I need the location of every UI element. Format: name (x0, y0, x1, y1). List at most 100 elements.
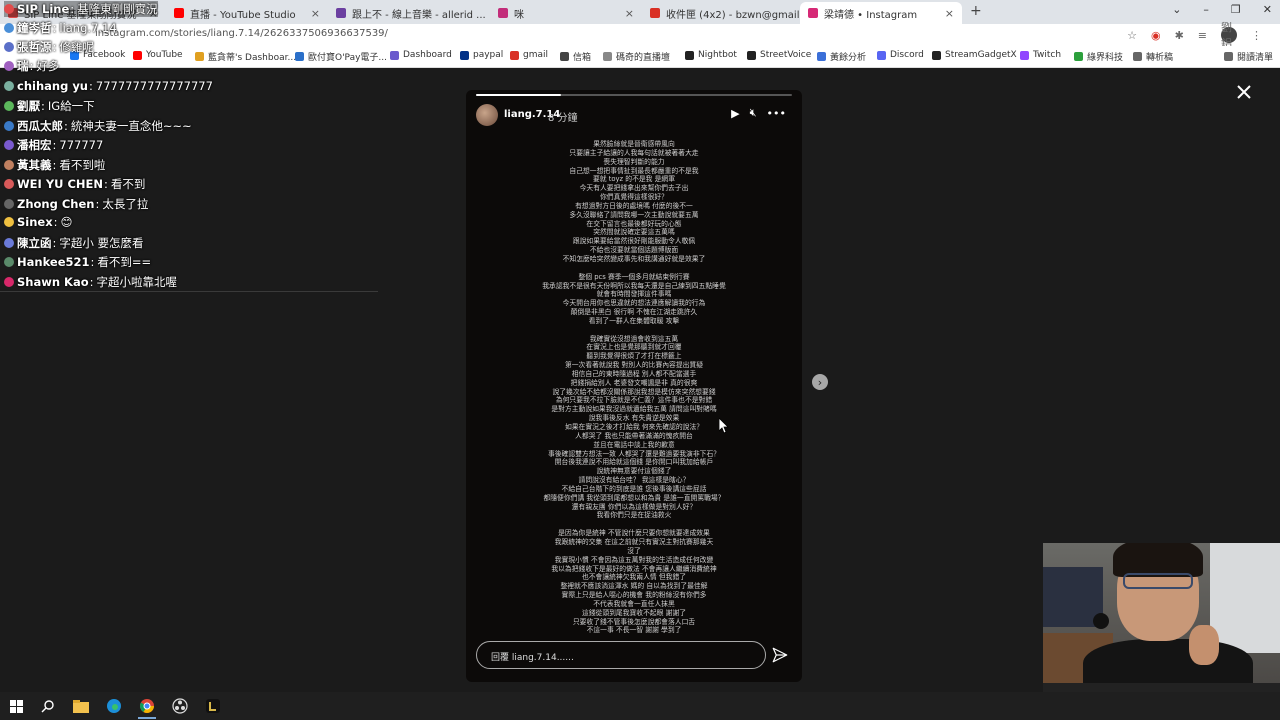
chat-text: 統神夫妻一直念他~~~ (70, 119, 192, 133)
chat-author: 潘相宏 (17, 138, 52, 152)
chat-author: 西瓜太郎 (17, 119, 63, 133)
bookmark[interactable]: 轉析稿 (1133, 50, 1173, 63)
tab-close-icon[interactable]: × (307, 7, 320, 20)
tab[interactable]: 咪 × (490, 2, 642, 24)
chat-separator: : (64, 119, 68, 133)
tab[interactable]: 直播 - YouTube Studio × (166, 2, 328, 24)
bookmark[interactable]: Dashboard (390, 50, 452, 60)
avatar (4, 42, 14, 52)
puzzle-icon[interactable]: ✱ (1175, 29, 1184, 42)
bookmark[interactable]: Discord (877, 50, 924, 60)
bookmark[interactable]: Nightbot (685, 50, 737, 60)
tab-active[interactable]: 梁靖德 • Instagram × (800, 2, 962, 24)
bookmark-label: 信箱 (573, 53, 592, 63)
next-story-button[interactable]: › (812, 374, 828, 390)
story-text-line: 不給也沒要就當個話題博版面 (589, 246, 679, 255)
chat-author: 陳立函 (17, 236, 52, 250)
close-icon[interactable] (1236, 84, 1252, 100)
chat-text: 看不到 (110, 177, 146, 191)
story-text-line: 說統神無意要付這個錢了 (596, 467, 672, 476)
search-icon[interactable] (40, 698, 56, 714)
play-icon[interactable]: ▶ (731, 107, 739, 120)
chat-text: 太長了拉 (102, 197, 149, 211)
story-text-line: 實際上只是給人噁心的機會 我的粉絲沒有你們多 (561, 591, 707, 600)
mute-icon[interactable]: 🔇︎ (750, 106, 757, 120)
reading-list[interactable]: 閱讀清單 (1224, 50, 1273, 63)
tab-search-icon[interactable]: ⌄ (1172, 3, 1181, 16)
chat-text: 看不到啦 (59, 158, 106, 172)
chat-message: 劉厭: IG給一下 (4, 98, 95, 114)
story-text-line: 我看你們只是在捉油救火 (596, 511, 672, 520)
avatar (4, 23, 14, 33)
edge-icon[interactable] (106, 698, 122, 714)
story-text-line: 就會有時間發揮這件事嗎 (596, 290, 672, 299)
avatar (4, 160, 14, 170)
story-text-line: 開台後我連說不用給就這個錢 是你開口叫我加給帳戶 (554, 458, 714, 467)
story-text-line: 要就 toyz 的不是我 是網軍 (592, 175, 676, 184)
story-text-line: 有想過對方日後的處境嗎 付麼的後不一 (575, 201, 693, 210)
extension-icon[interactable]: ◉ (1151, 29, 1161, 42)
chat-separator: : (89, 275, 94, 289)
profile-avatar[interactable]: 劉鋁 (1221, 21, 1237, 50)
story-text-line: 第一次看著就說我 對別人的比賽內容提出質疑 (564, 361, 704, 370)
avatar (4, 257, 14, 267)
story-text-line: 整裡就不應該淌這渾水 媽的 自以為找到了最佳解 (560, 582, 708, 591)
chat-text: liang.7.14 (59, 21, 117, 35)
bookmark[interactable]: Twitch (1020, 50, 1061, 60)
story-text-line: 沒了 (627, 546, 641, 555)
chat-text: 777777 (59, 138, 104, 152)
twitch-icon (1020, 50, 1029, 60)
tab-close-icon[interactable]: × (941, 7, 954, 20)
more-options-icon[interactable]: ••• (767, 107, 786, 120)
bookmark[interactable]: paypal (460, 50, 503, 60)
story-text-line: 果然臉絲就是晉衛感帶風向 (593, 140, 675, 148)
restore-button[interactable]: ❐ (1231, 3, 1241, 16)
menu-icon[interactable]: ≡ (1198, 29, 1207, 42)
chat-separator: : (70, 2, 75, 16)
minimize-button[interactable]: – (1203, 3, 1209, 16)
story-text-line: 是因為你是統神 不管說什麼只要你想就要達成效果 (558, 529, 710, 538)
avatar[interactable] (476, 104, 498, 126)
bookmark[interactable]: 信箱 (560, 50, 591, 63)
story-text-line: 突然間就說確定要這五萬嗎 (593, 228, 675, 237)
send-icon[interactable] (771, 646, 789, 664)
bookmark[interactable]: 藍貪蒂's Dashboar... (195, 50, 296, 63)
tab-close-icon[interactable]: × (621, 7, 634, 20)
new-tab-button[interactable]: + (970, 3, 982, 19)
tab[interactable]: 收件匣 (4x2) - bzwn@gmail... × (642, 2, 800, 24)
bookmark[interactable]: 綠界科技 (1074, 50, 1123, 63)
bookmark[interactable]: 碼奇的直播壇 (603, 50, 670, 63)
bookmark[interactable]: gmail (510, 50, 548, 60)
tab[interactable]: 跟上不 - 線上音樂 - allerid ... × (328, 2, 490, 24)
story-text-line: 如果在實況之後才打給我 何來先確認的說法？ (564, 423, 704, 431)
bookmark-label: 碼奇的直播壇 (616, 53, 671, 63)
avatar (4, 61, 14, 71)
file-explorer-icon[interactable] (73, 698, 89, 714)
chat-separator: : (53, 215, 58, 229)
bookmark-icon (603, 52, 612, 61)
story-text-line: 說我事後反水 有失貴逆是效果 (588, 414, 680, 423)
story-text-line: 我跟統神的交集 在這之前就只有實況主對抗賽那幾天 (554, 537, 714, 546)
microphone (1093, 613, 1109, 629)
tab-title: 梁靖德 • Instagram (824, 9, 918, 21)
chrome-icon[interactable] (139, 698, 155, 714)
bookmark[interactable]: 黃餘分析 (817, 50, 866, 63)
streamlabs-icon[interactable] (205, 698, 221, 714)
story-text-line: 也不會讓統神欠我兩人情 但我錯了 (581, 573, 687, 582)
bookmark-icon (747, 50, 756, 60)
reply-input[interactable]: 回覆 liang.7.14...... (476, 641, 766, 669)
chat-separator: : (89, 79, 93, 93)
bookmark[interactable]: YouTube (133, 50, 183, 60)
story-text-line: 在交下留言也最後都好玩的心態 (586, 219, 682, 228)
windows-start-icon[interactable] (8, 698, 24, 714)
more-menu-icon[interactable]: ⋮ (1251, 29, 1262, 42)
bookmark[interactable]: StreetVoice (747, 50, 811, 60)
star-icon[interactable]: ☆ (1127, 29, 1137, 42)
obs-icon[interactable] (172, 698, 188, 714)
close-window-button[interactable]: ✕ (1263, 3, 1272, 16)
bookmark[interactable]: StreamGadgetX (932, 50, 1017, 60)
story-text-line: 還有親友團 你們以為這樣做是對別人好？ (571, 502, 697, 511)
url-field[interactable]: instagram.com/stories/liang.7.14/2626337… (95, 28, 388, 39)
story-paragraph-gap (484, 520, 784, 529)
bookmark[interactable]: 歐付寶O'Pay電子... (295, 50, 387, 63)
